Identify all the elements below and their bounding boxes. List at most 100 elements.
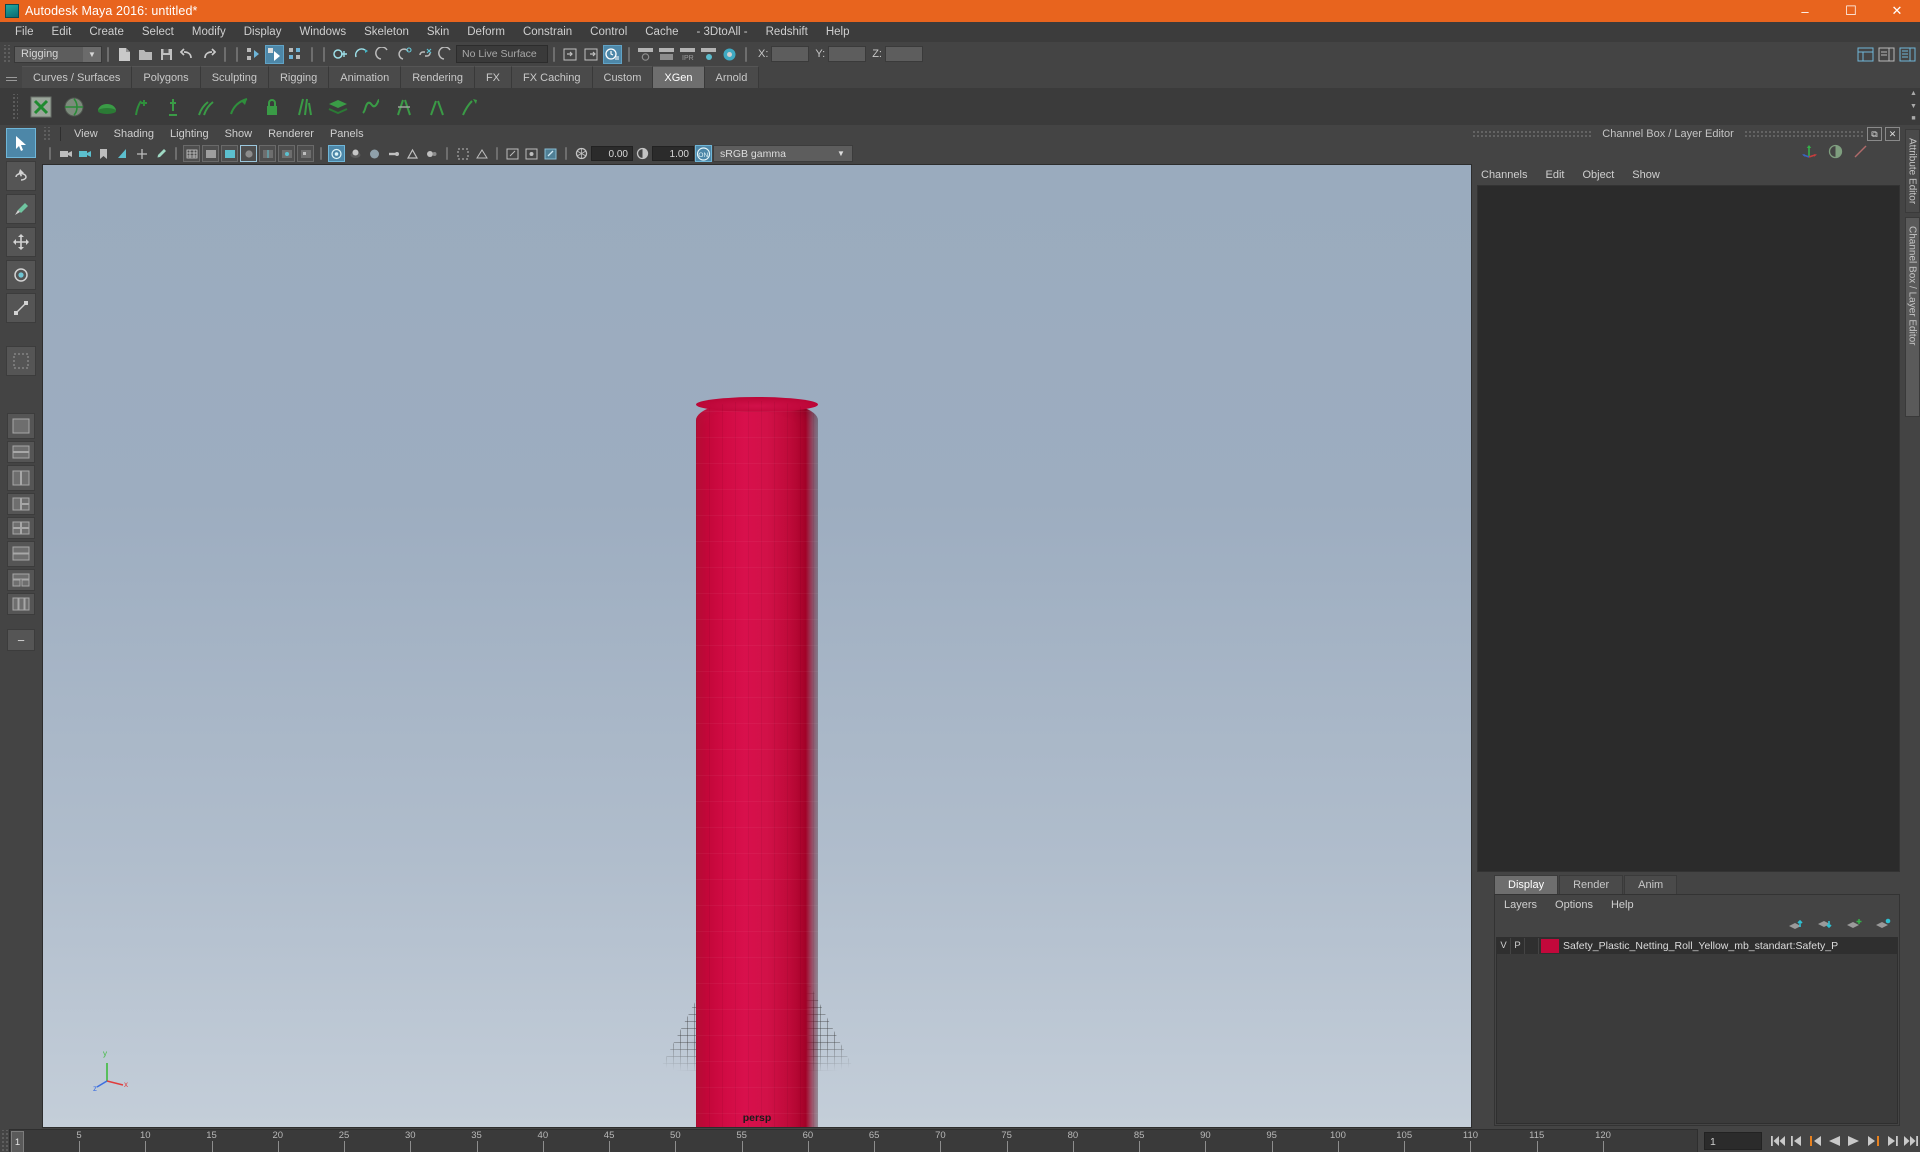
snap-to-view-plane-icon[interactable] <box>415 45 434 64</box>
color-management-toggle-icon[interactable]: ON <box>695 145 712 162</box>
xray-joints-icon[interactable] <box>504 145 521 162</box>
menu-item-select[interactable]: Select <box>133 22 183 42</box>
menu-item-windows[interactable]: Windows <box>290 22 355 42</box>
safety-netting-roll-mesh[interactable] <box>696 397 818 1127</box>
make-live-icon[interactable] <box>436 45 455 64</box>
select-by-hierarchy-icon[interactable] <box>244 45 263 64</box>
live-surface-field[interactable]: No Live Surface <box>456 45 548 63</box>
layer-name[interactable]: Safety_Plastic_Netting_Roll_Yellow_mb_st… <box>1563 940 1838 952</box>
play-backwards-icon[interactable] <box>1825 1130 1844 1152</box>
xgen-dome-icon[interactable] <box>91 91 122 122</box>
menu-item-constrain[interactable]: Constrain <box>514 22 581 42</box>
xgen-add-grooming-icon[interactable] <box>190 91 221 122</box>
show-hide-attribute-editor-icon[interactable] <box>561 45 580 64</box>
coord-y-field[interactable] <box>828 46 867 62</box>
viewport-drag-handle[interactable] <box>42 127 51 141</box>
show-hide-modeling-toolkit-icon[interactable] <box>1856 45 1875 64</box>
layer-color-swatch[interactable] <box>1541 939 1559 953</box>
shelf-tab-xgen[interactable]: XGen <box>653 66 705 88</box>
select-camera-icon[interactable] <box>57 145 74 162</box>
grease-pencil-icon[interactable] <box>152 145 169 162</box>
shelf-tab-fx-caching[interactable]: FX Caching <box>512 66 593 88</box>
undo-icon[interactable] <box>178 45 197 64</box>
layer-editor-menu-layers[interactable]: Layers <box>1495 895 1546 915</box>
xgen-create-icon[interactable] <box>25 91 56 122</box>
layer-editor-menu-options[interactable]: Options <box>1546 895 1602 915</box>
channel-box-menu-edit[interactable]: Edit <box>1536 165 1573 185</box>
layout-hypergraph-button[interactable] <box>7 569 35 591</box>
viewport-menu-show[interactable]: Show <box>217 125 261 143</box>
layout-four-pane-button[interactable] <box>7 517 35 539</box>
shelf-tab-custom[interactable]: Custom <box>592 66 654 88</box>
layout-three-pane-button[interactable] <box>7 493 35 515</box>
show-hide-channel-box-2-icon[interactable] <box>1898 45 1917 64</box>
step-back-keyframe-icon[interactable] <box>1787 1130 1806 1152</box>
vertical-tab-attribute-editor[interactable]: Attribute Editor <box>1904 129 1920 214</box>
exposure-toggle-icon[interactable] <box>542 145 559 162</box>
shelf-tab-rendering[interactable]: Rendering <box>401 66 475 88</box>
xgen-add-guide-icon[interactable] <box>124 91 155 122</box>
shade-options-icon[interactable] <box>278 145 295 162</box>
menu-item-redshift[interactable]: Redshift <box>757 22 817 42</box>
close-panel-button[interactable]: ✕ <box>1885 127 1900 141</box>
shelf-tab-animation[interactable]: Animation <box>329 66 402 88</box>
scale-tool-button[interactable] <box>6 293 36 323</box>
menu-item-modify[interactable]: Modify <box>183 22 235 42</box>
camera-attributes-icon[interactable] <box>76 145 93 162</box>
xgen-layers-icon[interactable] <box>322 91 353 122</box>
layer-row[interactable]: V P Safety_Plastic_Netting_Roll_Yellow_mb_… <box>1497 938 1897 954</box>
select-by-object-type-icon[interactable] <box>265 44 284 64</box>
undock-panel-button[interactable]: ⧉ <box>1867 127 1882 141</box>
menu-item-3dtoall[interactable]: - 3DtoAll - <box>688 22 757 42</box>
xgen-anchor-icon[interactable] <box>157 91 188 122</box>
channel-box-menu-show[interactable]: Show <box>1623 165 1669 185</box>
snap-to-point-icon[interactable] <box>373 45 392 64</box>
irr-render-icon[interactable] <box>657 45 676 64</box>
channel-box-icon[interactable] <box>1828 144 1843 164</box>
render-settings-icon[interactable] <box>699 45 718 64</box>
exposure-aperture-icon[interactable] <box>573 145 590 162</box>
menu-item-deform[interactable]: Deform <box>458 22 514 42</box>
close-button[interactable]: ✕ <box>1874 0 1920 22</box>
3d-viewport[interactable]: y x z persp <box>42 164 1472 1128</box>
viewport-menu-panels[interactable]: Panels <box>322 125 372 143</box>
show-hide-attribute-editor-2-icon[interactable] <box>1877 45 1896 64</box>
xgen-part-icon[interactable] <box>421 91 452 122</box>
layer-playback-toggle[interactable]: P <box>1511 938 1525 954</box>
move-tool-button[interactable] <box>6 227 36 257</box>
move-layer-down-icon[interactable] <box>1817 917 1833 935</box>
channel-box-menu-object[interactable]: Object <box>1573 165 1623 185</box>
xgen-clump-icon[interactable] <box>289 91 320 122</box>
move-layer-up-icon[interactable] <box>1788 917 1804 935</box>
xgen-scale-icon[interactable] <box>454 91 485 122</box>
layout-two-pane-stacked-button[interactable] <box>7 441 35 463</box>
channel-box-content[interactable] <box>1477 185 1900 872</box>
shelf-tab-arnold[interactable]: Arnold <box>704 66 760 88</box>
shelf-drag-handle[interactable] <box>4 88 24 125</box>
layout-minus-button[interactable]: − <box>7 629 35 651</box>
color-management-selector[interactable]: sRGB gamma ▼ <box>713 145 853 162</box>
xgen-lock-icon[interactable] <box>256 91 287 122</box>
render-current-frame-icon[interactable] <box>636 45 655 64</box>
snap-to-grid-icon[interactable] <box>331 45 350 64</box>
menu-item-edit[interactable]: Edit <box>43 22 81 42</box>
texture-display-icon[interactable] <box>297 145 314 162</box>
open-scene-icon[interactable] <box>136 45 155 64</box>
shadows-icon[interactable] <box>347 145 364 162</box>
depth-of-field-icon[interactable] <box>423 145 440 162</box>
multisample-aa-icon[interactable] <box>404 145 421 162</box>
last-tool-button[interactable] <box>6 346 36 376</box>
play-forwards-icon[interactable] <box>1844 1130 1863 1152</box>
gamma-field[interactable]: 1.00 <box>652 146 694 161</box>
wireframe-shading-icon[interactable] <box>183 145 200 162</box>
xgen-sphere-icon[interactable] <box>58 91 89 122</box>
layer-editor-tab-anim[interactable]: Anim <box>1624 875 1678 894</box>
go-to-start-icon[interactable] <box>1768 1130 1787 1152</box>
shelf-tab-fx[interactable]: FX <box>474 66 513 88</box>
new-scene-icon[interactable] <box>115 45 134 64</box>
step-forward-keyframe-icon[interactable] <box>1882 1130 1901 1152</box>
xgen-noise-icon[interactable] <box>355 91 386 122</box>
viewport-menu-view[interactable]: View <box>66 125 106 143</box>
layout-single-pane-button[interactable] <box>7 413 35 439</box>
shelf-scroll-arrows[interactable]: ▲ ▼ ■ <box>1907 88 1920 125</box>
